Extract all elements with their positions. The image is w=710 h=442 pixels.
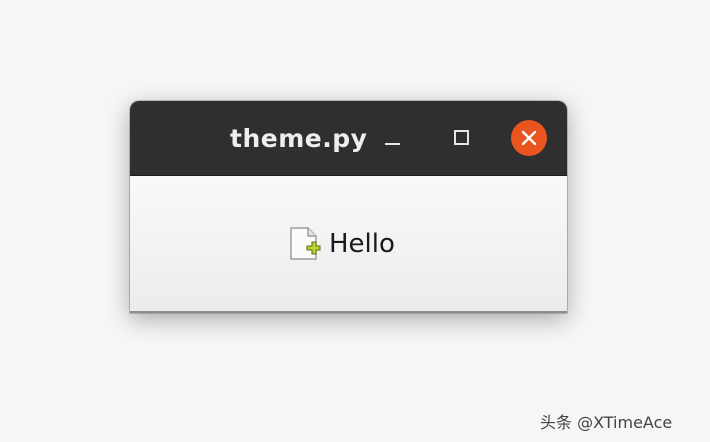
close-icon [521,130,537,146]
document-new-icon [290,227,321,260]
watermark-text: 头条 @XTimeAce [540,413,673,432]
minimize-icon [385,143,400,145]
hello-label: Hello [289,226,395,262]
window-content: Hello [130,176,567,313]
maximize-button[interactable] [444,120,480,156]
app-window: theme.py Hello [130,101,567,313]
title-bar[interactable]: theme.py [130,101,567,176]
minimize-button[interactable] [376,120,412,156]
window-title: theme.py [230,124,368,153]
hello-text: Hello [329,229,395,259]
maximize-icon [454,130,469,145]
close-button[interactable] [511,120,547,156]
